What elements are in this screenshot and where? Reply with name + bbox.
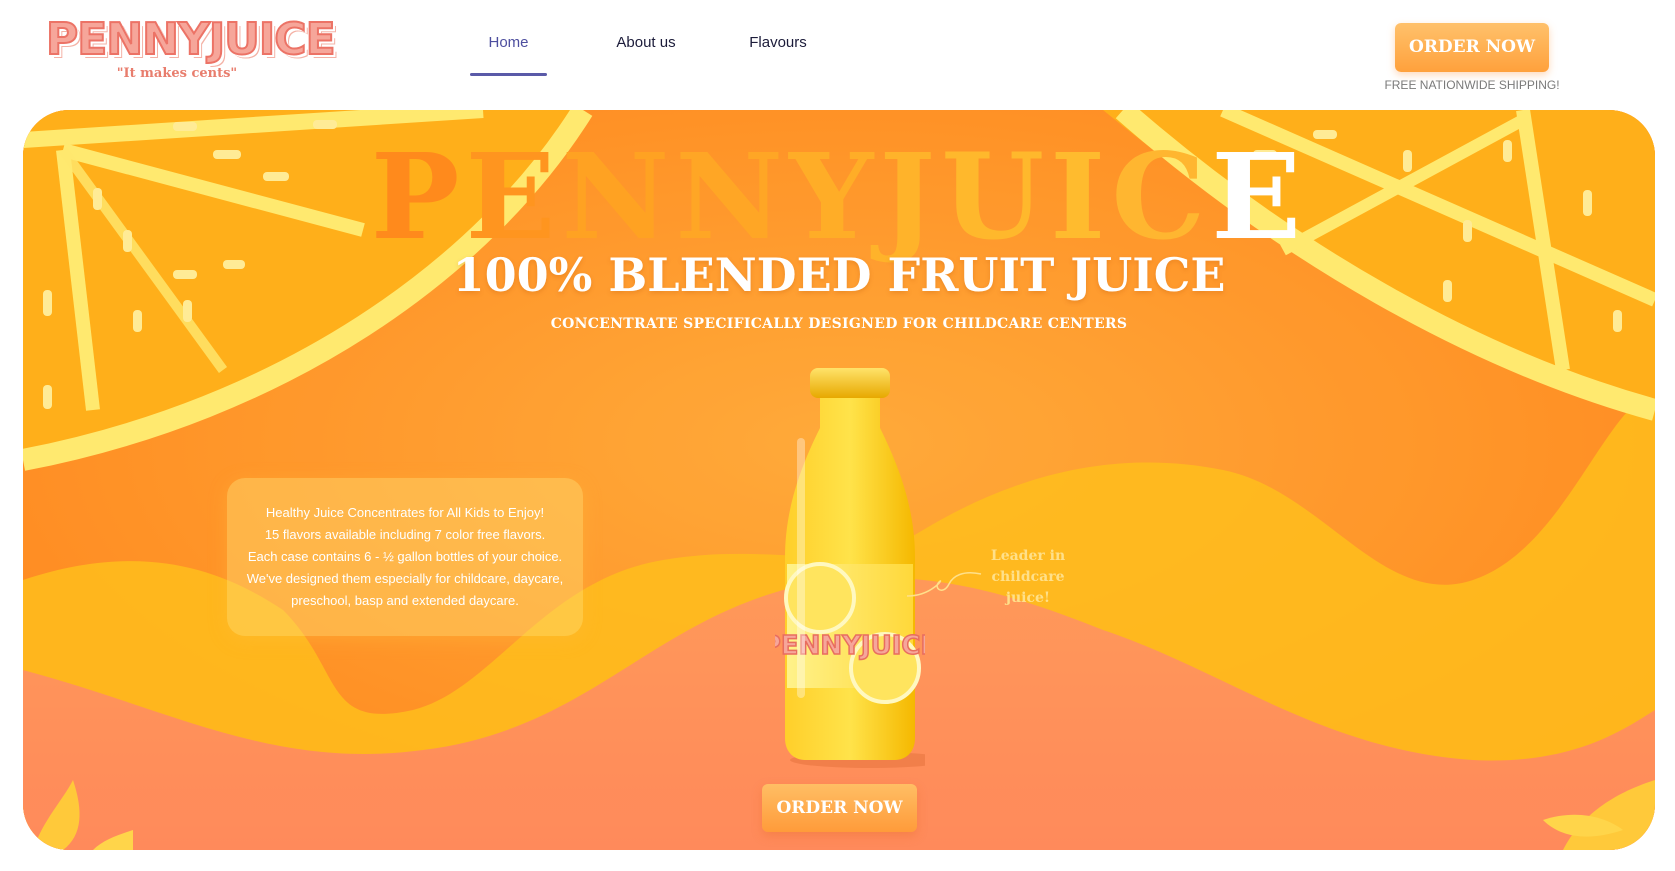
- logo-tagline: "It makes cents": [116, 66, 238, 81]
- logo-wordmark: PENNYJUICE: [45, 13, 337, 66]
- leader-line: juice!: [1005, 590, 1051, 606]
- hero-title-letter: I: [1050, 127, 1112, 266]
- hero-title-letter: E: [465, 127, 562, 266]
- nav-item-home[interactable]: Home: [470, 30, 547, 76]
- hero-order-now-button[interactable]: ORDER NOW: [762, 784, 917, 832]
- nav-active-indicator: [470, 73, 547, 76]
- site-header: PENNYJUICE "It makes cents" Home About u…: [0, 0, 1675, 110]
- info-line: 15 flavors available including 7 color f…: [264, 527, 546, 542]
- info-line: Each case contains 6 - ½ gallon bottles …: [247, 549, 563, 564]
- hero-title-letter: J: [879, 127, 942, 266]
- shipping-note: FREE NATIONWIDE SHIPPING!: [1384, 78, 1560, 92]
- nav-item-label: About us: [616, 34, 676, 51]
- header-order-now-button[interactable]: ORDER NOW: [1395, 23, 1549, 72]
- nav-item-label: Flavours: [749, 34, 807, 51]
- hero-title-letter: C: [1111, 127, 1212, 266]
- hero-title-letter: P: [370, 127, 466, 266]
- leader-squiggle-arrow: [906, 572, 982, 597]
- info-card-text: Healthy Juice Concentrates for All Kids …: [227, 478, 583, 612]
- hero-title-letter: E: [1211, 127, 1308, 266]
- leader-callout: Leader in childcare juice!: [973, 546, 1083, 609]
- nav-item-flavours[interactable]: Flavours: [728, 30, 828, 76]
- leaf-decoration-left: [33, 780, 133, 850]
- leaf-decoration-right: [1543, 780, 1655, 850]
- hero-title-letter: Y: [789, 127, 880, 266]
- hero-title-letter: U: [941, 127, 1051, 266]
- hero-brand-title: PENNYJUICE: [23, 132, 1655, 262]
- leader-line: childcare: [991, 569, 1065, 585]
- hero-headline: 100% BLENDED FRUIT JUICE: [452, 248, 1226, 302]
- nav-item-about-us[interactable]: About us: [596, 30, 696, 76]
- info-line: Healthy Juice Concentrates for All Kids …: [265, 505, 545, 520]
- brand-logo[interactable]: PENNYJUICE "It makes cents": [45, 13, 337, 81]
- leader-line: Leader in: [990, 548, 1066, 564]
- hero-subheadline: CONCENTRATE SPECIFICALLY DESIGNED FOR CH…: [550, 316, 1128, 332]
- hero-title-letter: N: [675, 127, 790, 266]
- info-line: preschool, basp and extended daycare.: [291, 593, 519, 608]
- hero-banner: PENNYJUICE 100% BLENDED FRUIT JUICE CONC…: [23, 110, 1655, 850]
- info-line: We've designed them especially for child…: [246, 571, 564, 586]
- info-card: Healthy Juice Concentrates for All Kids …: [227, 478, 583, 636]
- nav-item-label: Home: [488, 34, 529, 51]
- hero-title-letter: N: [561, 127, 676, 266]
